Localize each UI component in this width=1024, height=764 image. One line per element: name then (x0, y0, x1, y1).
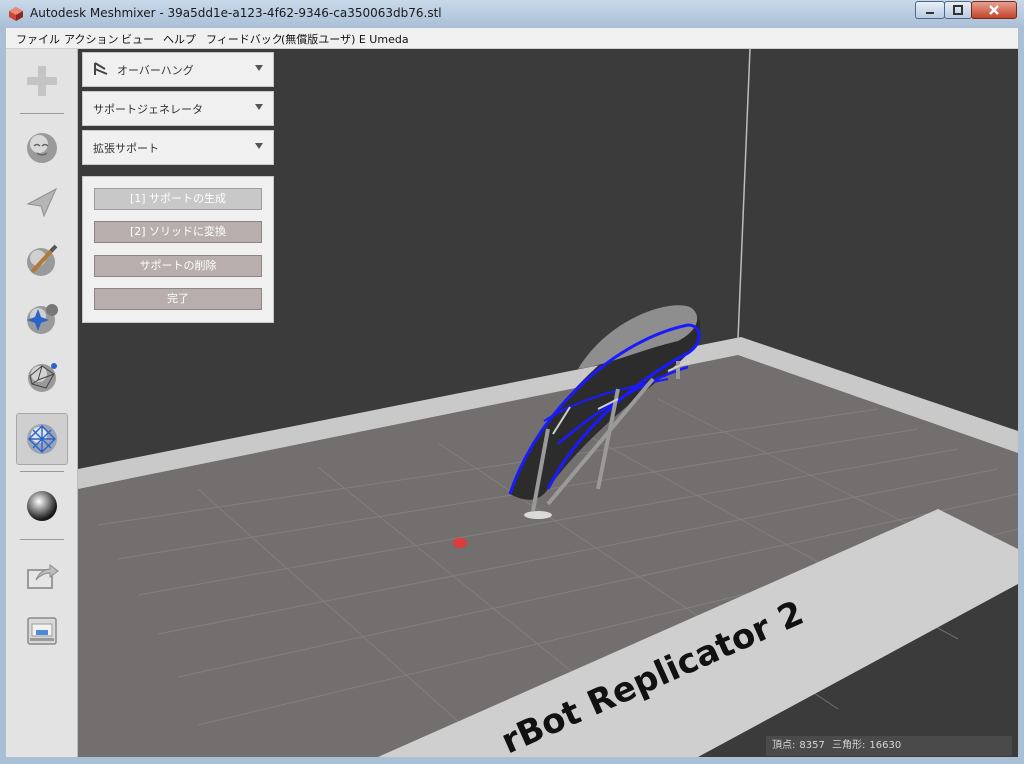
remove-support-button[interactable]: サポートの削除 (94, 255, 262, 277)
stamp-icon (27, 304, 58, 334)
overhang-panel[interactable]: オーバーハング (82, 52, 274, 87)
build-volume-edge (737, 49, 751, 340)
chevron-down-icon (255, 143, 263, 149)
triangles-label: 三角形: (832, 740, 866, 751)
overhang-header[interactable]: オーバーハング (83, 53, 273, 85)
menu-bar: ファイル アクション ビュー ヘルプ フィードバック (無償版ユーザ) E Um… (6, 28, 1018, 49)
shaders-button[interactable] (17, 481, 67, 531)
mesh-stats-status: 頂点: 8357 三角形: 16630 (766, 736, 1012, 756)
client-area: rBot Replicator 2 オーバーハング サポートジェネレータ 拡張サ… (6, 49, 1018, 757)
minimize-button[interactable] (915, 1, 945, 19)
stamp-button[interactable] (17, 293, 67, 343)
window-frame-bottom (0, 757, 1024, 764)
edit-button[interactable] (17, 235, 67, 285)
vertices-label: 頂点: (772, 740, 796, 751)
support-analysis-icon (27, 424, 57, 454)
meshmix-add-icon (27, 66, 57, 96)
origin-marker (453, 538, 467, 548)
print-icon (27, 617, 57, 645)
vertices-count: 8357 (799, 740, 825, 751)
print-button[interactable] (17, 605, 67, 655)
analysis-button[interactable] (17, 351, 67, 401)
minimize-icon (926, 12, 934, 14)
toolbar-separator (20, 471, 64, 472)
support-generator-panel[interactable]: サポートジェネレータ (82, 91, 274, 126)
support-generator-header[interactable]: サポートジェネレータ (83, 92, 273, 124)
done-button[interactable]: 完了 (94, 288, 262, 310)
toolbar-separator (20, 539, 64, 540)
convert-to-solid-button[interactable]: [2] ソリッドに変換 (94, 221, 262, 243)
maximize-button[interactable] (944, 1, 972, 19)
meshmixer-window: Autodesk Meshmixer - 39a5dd1e-a123-4f62-… (0, 0, 1024, 764)
overhang-icon (94, 62, 108, 75)
sculpt-button[interactable] (17, 123, 67, 173)
title-bar[interactable]: Autodesk Meshmixer - 39a5dd1e-a123-4f62-… (0, 0, 1024, 28)
chevron-down-icon (255, 104, 263, 110)
sculpt-icon (27, 133, 57, 163)
overhang-label: オーバーハング (117, 64, 194, 77)
menu-help[interactable]: ヘルプ (163, 31, 196, 47)
analysis-icon (28, 363, 57, 392)
advanced-support-label: 拡張サポート (93, 142, 159, 155)
advanced-support-panel[interactable]: 拡張サポート (82, 130, 274, 165)
meshmixer-logo-icon (9, 7, 23, 21)
window-title: Autodesk Meshmixer - 39a5dd1e-a123-4f62-… (30, 6, 442, 20)
triangles-count: 16630 (869, 740, 902, 751)
menu-feedback[interactable]: フィードバック (206, 31, 283, 47)
menu-action[interactable]: アクション (64, 31, 118, 47)
support-generator-label: サポートジェネレータ (93, 103, 203, 116)
close-icon (989, 5, 999, 15)
maximize-icon (953, 5, 963, 15)
meshmix-button[interactable] (17, 56, 67, 106)
left-toolbar (6, 49, 78, 757)
generate-support-button[interactable]: [1] サポートの生成 (94, 188, 262, 210)
shaders-icon (27, 491, 57, 521)
chevron-down-icon (255, 65, 263, 71)
select-button[interactable] (17, 177, 67, 227)
advanced-support-header[interactable]: 拡張サポート (83, 131, 273, 163)
edit-brush-icon (27, 244, 58, 276)
toolbar-separator (20, 113, 64, 114)
menu-file[interactable]: ファイル (16, 31, 60, 47)
export-icon (27, 564, 59, 589)
close-button[interactable] (971, 1, 1017, 19)
export-button[interactable] (17, 549, 67, 599)
support-analysis-button[interactable] (16, 413, 68, 465)
menu-view[interactable]: ビュー (121, 31, 154, 47)
select-icon (26, 187, 58, 218)
support-actions-panel: [1] サポートの生成 [2] ソリッドに変換 サポートの削除 完了 (82, 176, 274, 323)
menu-user[interactable]: (無償版ユーザ) E Umeda (281, 31, 409, 47)
